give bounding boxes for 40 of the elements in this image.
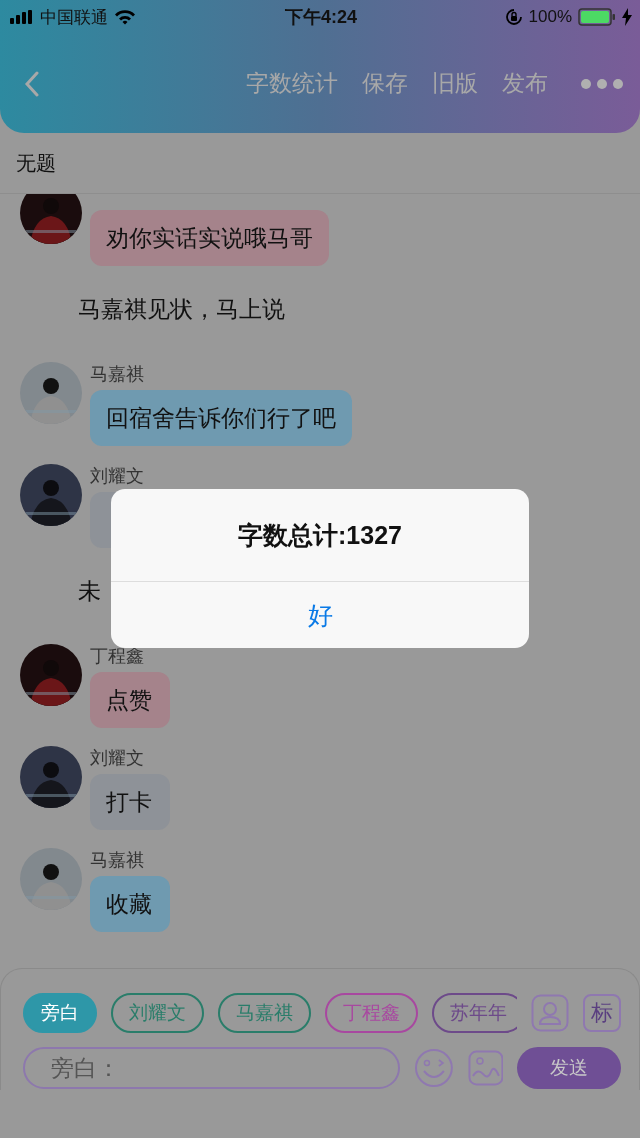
- speaker-name: 马嘉祺: [90, 849, 144, 872]
- chat-bubble: 劝你实话实说哦马哥: [90, 210, 329, 266]
- role-chip[interactable]: 苏年年: [432, 993, 517, 1033]
- tag-button[interactable]: 标: [583, 994, 621, 1032]
- rotation-lock-icon: [504, 8, 523, 26]
- narration-text: 未: [78, 576, 101, 606]
- chat-bubble: 收藏: [90, 876, 170, 932]
- charging-icon: [622, 8, 632, 26]
- status-time: 下午4:24: [285, 6, 357, 29]
- signal-icon: [10, 10, 34, 24]
- header-action[interactable]: 旧版: [432, 68, 478, 99]
- speaker-name: 刘耀文: [90, 747, 144, 770]
- battery-percent: 100%: [528, 7, 572, 27]
- back-icon[interactable]: [24, 70, 40, 97]
- carrier-name: 中国联通: [40, 6, 108, 29]
- role-chip[interactable]: 马嘉祺: [218, 993, 311, 1033]
- battery-icon: [578, 8, 616, 26]
- speaker-name: 马嘉祺: [90, 363, 144, 386]
- narration-text: 马嘉祺见状，马上说: [78, 294, 285, 324]
- role-chip[interactable]: 刘耀文: [111, 993, 204, 1033]
- header-action[interactable]: 保存: [362, 68, 408, 99]
- role-chip[interactable]: 旁白: [23, 993, 97, 1033]
- role-chip[interactable]: 丁程鑫: [325, 993, 418, 1033]
- more-icon[interactable]: [580, 77, 624, 90]
- image-icon[interactable]: [467, 1050, 504, 1086]
- ok-button[interactable]: 好: [111, 582, 529, 648]
- story-title: 无题: [16, 150, 56, 176]
- speaker-name: 丁程鑫: [90, 645, 144, 668]
- contact-card-icon[interactable]: [531, 994, 569, 1032]
- header-action[interactable]: 字数统计: [246, 68, 338, 99]
- alert-message: 字数总计:1327: [238, 519, 402, 551]
- emoji-icon[interactable]: [413, 1048, 454, 1088]
- chat-bubble: 回宿舍告诉你们行了吧: [90, 390, 352, 446]
- speaker-name: 刘耀文: [90, 465, 144, 488]
- input-field[interactable]: 旁白：: [23, 1047, 400, 1089]
- chat-bubble: 打卡: [90, 774, 170, 830]
- send-button[interactable]: 发送: [517, 1047, 621, 1089]
- chat-bubble: 点赞: [90, 672, 170, 728]
- header-action[interactable]: 发布: [502, 68, 548, 99]
- wifi-icon: [114, 9, 136, 25]
